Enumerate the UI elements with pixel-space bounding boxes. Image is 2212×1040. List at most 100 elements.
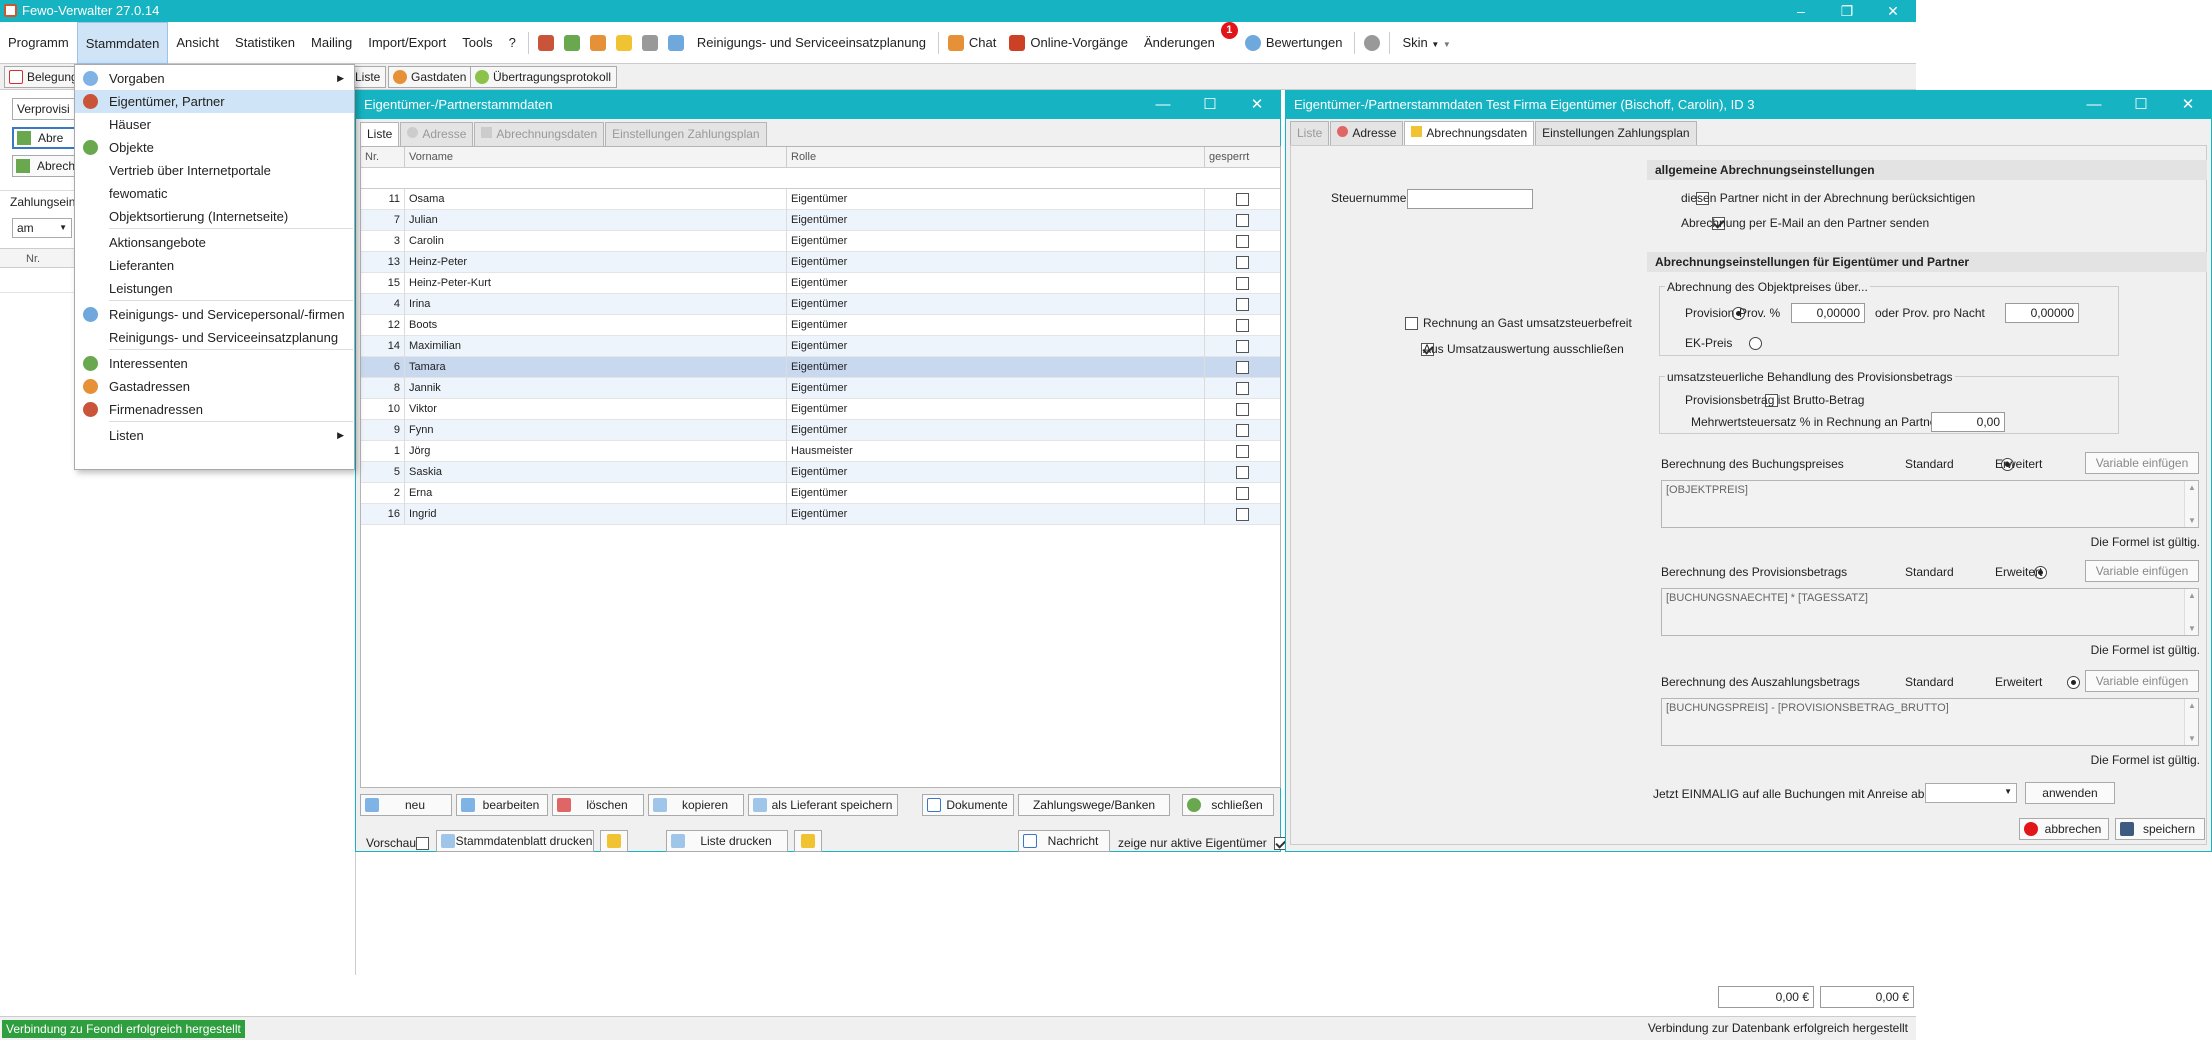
edit-template-button[interactable] bbox=[600, 830, 628, 852]
col-header-vorname[interactable]: Vorname bbox=[405, 147, 787, 168]
gesperrt-checkbox[interactable] bbox=[1236, 214, 1249, 227]
menu-help[interactable]: ? bbox=[501, 22, 524, 64]
tab-abrechnungsdaten[interactable]: Abrechnungsdaten bbox=[1404, 121, 1535, 145]
toolbar-einsatzplanung[interactable]: Reinigungs- und Serviceeinsatzplanung bbox=[689, 22, 934, 64]
close-icon[interactable]: ✕ bbox=[1234, 91, 1280, 119]
schliessen-button[interactable]: schließen bbox=[1182, 794, 1274, 816]
gesperrt-checkbox[interactable] bbox=[1236, 424, 1249, 437]
dokumente-button[interactable]: Dokumente bbox=[922, 794, 1014, 816]
formula2-variable-button[interactable]: Variable einfügen bbox=[2085, 560, 2199, 582]
col-header-gesperrt[interactable]: gesperrt bbox=[1205, 147, 1280, 168]
gesperrt-checkbox[interactable] bbox=[1236, 382, 1249, 395]
ekpreis-radio[interactable] bbox=[1748, 337, 1762, 351]
person-green-icon[interactable] bbox=[589, 34, 606, 51]
maximize-icon[interactable]: ☐ bbox=[2118, 91, 2164, 119]
menu-item-fewomatic[interactable]: fewomatic bbox=[75, 182, 354, 205]
neu-button[interactable]: neu bbox=[360, 794, 452, 816]
house-icon[interactable] bbox=[563, 34, 580, 51]
menu-item-firmenadressen[interactable]: Firmenadressen bbox=[75, 398, 354, 421]
toolbar-skin[interactable]: Skin ▼ ▼ bbox=[1394, 22, 1458, 64]
menu-item-objektsortierung[interactable]: Objektsortierung (Internetseite) bbox=[75, 205, 354, 228]
person-orange-icon[interactable] bbox=[615, 34, 632, 51]
speichern-button[interactable]: speichern bbox=[2115, 818, 2205, 840]
table-row[interactable]: 2 Erna Eigentümer bbox=[361, 483, 1280, 504]
grid-filter-row[interactable] bbox=[361, 168, 1280, 189]
vorschau-checkbox[interactable] bbox=[416, 837, 429, 851]
formula1-variable-button[interactable]: Variable einfügen bbox=[2085, 452, 2199, 474]
menu-item-vertrieb[interactable]: Vertrieb über Internetportale bbox=[75, 159, 354, 182]
menu-tools[interactable]: Tools bbox=[454, 22, 500, 64]
gesperrt-checkbox[interactable] bbox=[1236, 277, 1249, 290]
gesperrt-checkbox[interactable] bbox=[1236, 508, 1249, 521]
stammdatenblatt-button[interactable]: Stammdatenblatt drucken bbox=[436, 830, 594, 852]
formula1-editor[interactable]: [OBJEKTPREIS] ▲ ▼ bbox=[1661, 480, 2199, 528]
maximize-icon[interactable]: ☐ bbox=[1187, 91, 1233, 119]
table-row[interactable]: 13 Heinz-Peter Eigentümer bbox=[361, 252, 1280, 273]
menu-item-listen[interactable]: Listen ▶ bbox=[75, 424, 354, 447]
tab-belegung[interactable]: Belegung bbox=[4, 66, 84, 88]
table-row[interactable]: 15 Heinz-Peter-Kurt Eigentümer bbox=[361, 273, 1280, 294]
table-row[interactable]: 6 Tamara Eigentümer bbox=[361, 357, 1280, 378]
liste-drucken-button[interactable]: Liste drucken bbox=[666, 830, 788, 852]
rechnung-gast-checkbox[interactable] bbox=[1405, 317, 1418, 331]
toolbar-online-vorgaenge[interactable]: Online-Vorgänge bbox=[1030, 22, 1136, 64]
table-row[interactable]: 16 Ingrid Eigentümer bbox=[361, 504, 1280, 525]
gesperrt-checkbox[interactable] bbox=[1236, 361, 1249, 374]
gesperrt-checkbox[interactable] bbox=[1236, 466, 1249, 479]
menu-stammdaten[interactable]: Stammdaten bbox=[76, 21, 169, 64]
menu-item-gastadressen[interactable]: Gastadressen bbox=[75, 375, 354, 398]
menu-item-lieferanten[interactable]: Lieferanten bbox=[75, 254, 354, 277]
abbrechen-button[interactable]: abbrechen bbox=[2019, 818, 2109, 840]
table-row[interactable]: 1 Jörg Hausmeister bbox=[361, 441, 1280, 462]
gesperrt-checkbox[interactable] bbox=[1236, 256, 1249, 269]
gear-icon[interactable] bbox=[1364, 34, 1381, 51]
maximize-button[interactable]: ❐ bbox=[1824, 0, 1870, 22]
table-row[interactable]: 9 Fynn Eigentümer bbox=[361, 420, 1280, 441]
tab-uebertragungsprotokoll[interactable]: Übertragungsprotokoll bbox=[470, 66, 618, 88]
tab-adresse[interactable]: Adresse bbox=[400, 122, 474, 146]
toolbar-aenderungen[interactable]: Änderungen bbox=[1136, 22, 1223, 64]
menu-item-interessenten[interactable]: Interessenten bbox=[75, 352, 354, 375]
table-row[interactable]: 3 Carolin Eigentümer bbox=[361, 231, 1280, 252]
toolbar-chat[interactable]: Chat bbox=[969, 22, 1004, 64]
gesperrt-checkbox[interactable] bbox=[1236, 487, 1249, 500]
toolbar-bewertungen[interactable]: Bewertungen bbox=[1266, 22, 1351, 64]
prov-pct-input[interactable]: 0,00000 bbox=[1791, 303, 1865, 323]
tab-zahlungsplan[interactable]: Einstellungen Zahlungsplan bbox=[1535, 121, 1697, 145]
scrollbar[interactable]: ▲ ▼ bbox=[2184, 589, 2198, 635]
formula2-editor[interactable]: [BUCHUNGSNAECHTE] * [TAGESSATZ] ▲ ▼ bbox=[1661, 588, 2199, 636]
zahlungswege-button[interactable]: Zahlungswege/Banken bbox=[1018, 794, 1170, 816]
prov-nacht-input[interactable]: 0,00000 bbox=[2005, 303, 2079, 323]
gesperrt-checkbox[interactable] bbox=[1236, 298, 1249, 311]
formula3-variable-button[interactable]: Variable einfügen bbox=[2085, 670, 2199, 692]
menu-item-vorgaben[interactable]: Vorgaben ▶ bbox=[75, 67, 354, 90]
menu-item-aktionsangebote[interactable]: Aktionsangebote bbox=[75, 231, 354, 254]
owner-icon[interactable] bbox=[537, 34, 554, 51]
menu-item-servicepersonal[interactable]: Reinigungs- und Servicepersonal/-firmen bbox=[75, 303, 354, 326]
tab-gastdaten[interactable]: Gastdaten bbox=[388, 66, 473, 88]
close-icon[interactable]: ✕ bbox=[2165, 91, 2211, 119]
menu-mailing[interactable]: Mailing bbox=[303, 22, 360, 64]
clipboard-icon[interactable] bbox=[641, 34, 658, 51]
minimize-icon[interactable]: — bbox=[1140, 91, 1186, 119]
anwenden-button[interactable]: anwenden bbox=[2025, 782, 2115, 804]
table-row[interactable]: 5 Saskia Eigentümer bbox=[361, 462, 1280, 483]
gesperrt-checkbox[interactable] bbox=[1236, 235, 1249, 248]
date-combo[interactable]: am ▼ bbox=[12, 218, 72, 238]
table-row[interactable]: 8 Jannik Eigentümer bbox=[361, 378, 1280, 399]
steuernummer-input[interactable] bbox=[1407, 189, 1533, 209]
gesperrt-checkbox[interactable] bbox=[1236, 193, 1249, 206]
anreise-date-picker[interactable]: ▼ bbox=[1925, 783, 2017, 803]
menu-item-einsatzplanung[interactable]: Reinigungs- und Serviceeinsatzplanung bbox=[75, 326, 354, 349]
menu-programm[interactable]: Programm bbox=[0, 22, 77, 64]
mwst-input[interactable]: 0,00 bbox=[1931, 412, 2005, 432]
menu-item-leistungen[interactable]: Leistungen bbox=[75, 277, 354, 300]
menu-ansicht[interactable]: Ansicht bbox=[168, 22, 227, 64]
lieferant-speichern-button[interactable]: als Lieferant speichern bbox=[748, 794, 898, 816]
scrollbar[interactable]: ▲ ▼ bbox=[2184, 699, 2198, 745]
table-row[interactable]: 12 Boots Eigentümer bbox=[361, 315, 1280, 336]
table-row[interactable]: 4 Irina Eigentümer bbox=[361, 294, 1280, 315]
minimize-button[interactable]: – bbox=[1778, 0, 1824, 22]
bearbeiten-button[interactable]: bearbeiten bbox=[456, 794, 548, 816]
gesperrt-checkbox[interactable] bbox=[1236, 445, 1249, 458]
